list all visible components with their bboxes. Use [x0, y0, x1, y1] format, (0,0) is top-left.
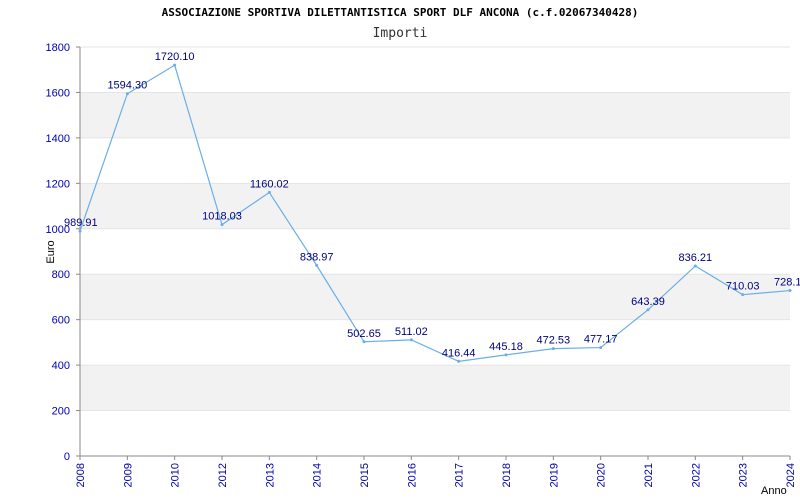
x-tick-label: 2017: [454, 463, 466, 487]
data-point: [220, 223, 224, 227]
data-label: 472.53: [537, 335, 571, 347]
data-label: 511.02: [395, 326, 428, 338]
data-point: [78, 229, 82, 233]
y-tick-label: 1800: [46, 42, 70, 54]
data-label: 1018.03: [202, 211, 242, 223]
x-tick-label: 2008: [75, 463, 87, 487]
data-point: [267, 190, 271, 194]
data-point: [457, 359, 461, 363]
x-tick-label: 2020: [596, 463, 608, 487]
grid-band: [80, 274, 790, 320]
data-label: 1160.02: [250, 178, 289, 190]
x-tick-label: 2014: [312, 463, 324, 487]
data-point: [788, 289, 792, 293]
x-tick-label: 2019: [548, 463, 560, 487]
x-tick-label: 2009: [122, 463, 134, 487]
data-point: [646, 308, 650, 312]
data-point: [504, 353, 508, 357]
data-point: [362, 340, 366, 344]
y-tick-label: 800: [52, 269, 70, 281]
data-label: 643.39: [631, 296, 665, 308]
data-label: 989.91: [64, 217, 98, 229]
y-tick-label: 200: [52, 406, 70, 418]
y-tick-label: 1200: [46, 178, 70, 190]
y-tick-label: 600: [52, 315, 70, 327]
x-tick-label: 2022: [690, 463, 702, 487]
data-label: 1594.30: [107, 80, 147, 92]
data-point: [409, 338, 413, 342]
data-label: 416.44: [442, 347, 476, 359]
grid-band: [80, 365, 790, 411]
data-label: 836.21: [679, 252, 713, 264]
x-tick-label: 2016: [406, 463, 418, 487]
data-label: 728.1: [774, 277, 800, 289]
y-axis-title: Euro: [45, 240, 57, 263]
x-tick-label: 2015: [359, 463, 371, 487]
grid-band: [80, 183, 790, 229]
y-tick-label: 1600: [46, 87, 70, 99]
data-point: [693, 264, 697, 268]
x-tick-label: 2013: [264, 463, 276, 487]
data-point: [741, 293, 745, 297]
x-tick-label: 2021: [643, 463, 655, 487]
data-label: 502.65: [347, 328, 381, 340]
y-tick-label: 0: [64, 451, 70, 463]
x-tick-label: 2018: [501, 463, 513, 487]
data-point: [125, 92, 129, 96]
data-point: [599, 346, 603, 350]
data-point: [551, 347, 555, 351]
x-tick-label: 2023: [738, 463, 750, 487]
grid-band: [80, 92, 790, 138]
data-label: 838.97: [300, 251, 334, 263]
data-point: [173, 63, 177, 67]
x-tick-label: 2010: [170, 463, 182, 487]
data-label: 710.03: [726, 281, 760, 293]
data-label: 445.18: [489, 341, 523, 353]
y-tick-label: 400: [52, 360, 70, 372]
y-tick-label: 1400: [46, 133, 70, 145]
data-label: 477.17: [584, 334, 618, 346]
x-axis-title: Anno: [761, 485, 787, 497]
x-tick-label: 2024: [785, 463, 797, 487]
data-label: 1720.10: [155, 51, 195, 63]
data-point: [315, 263, 319, 267]
x-tick-label: 2012: [217, 463, 229, 487]
line-chart: 0200400600800100012001400160018002008 200…: [45, 42, 800, 497]
